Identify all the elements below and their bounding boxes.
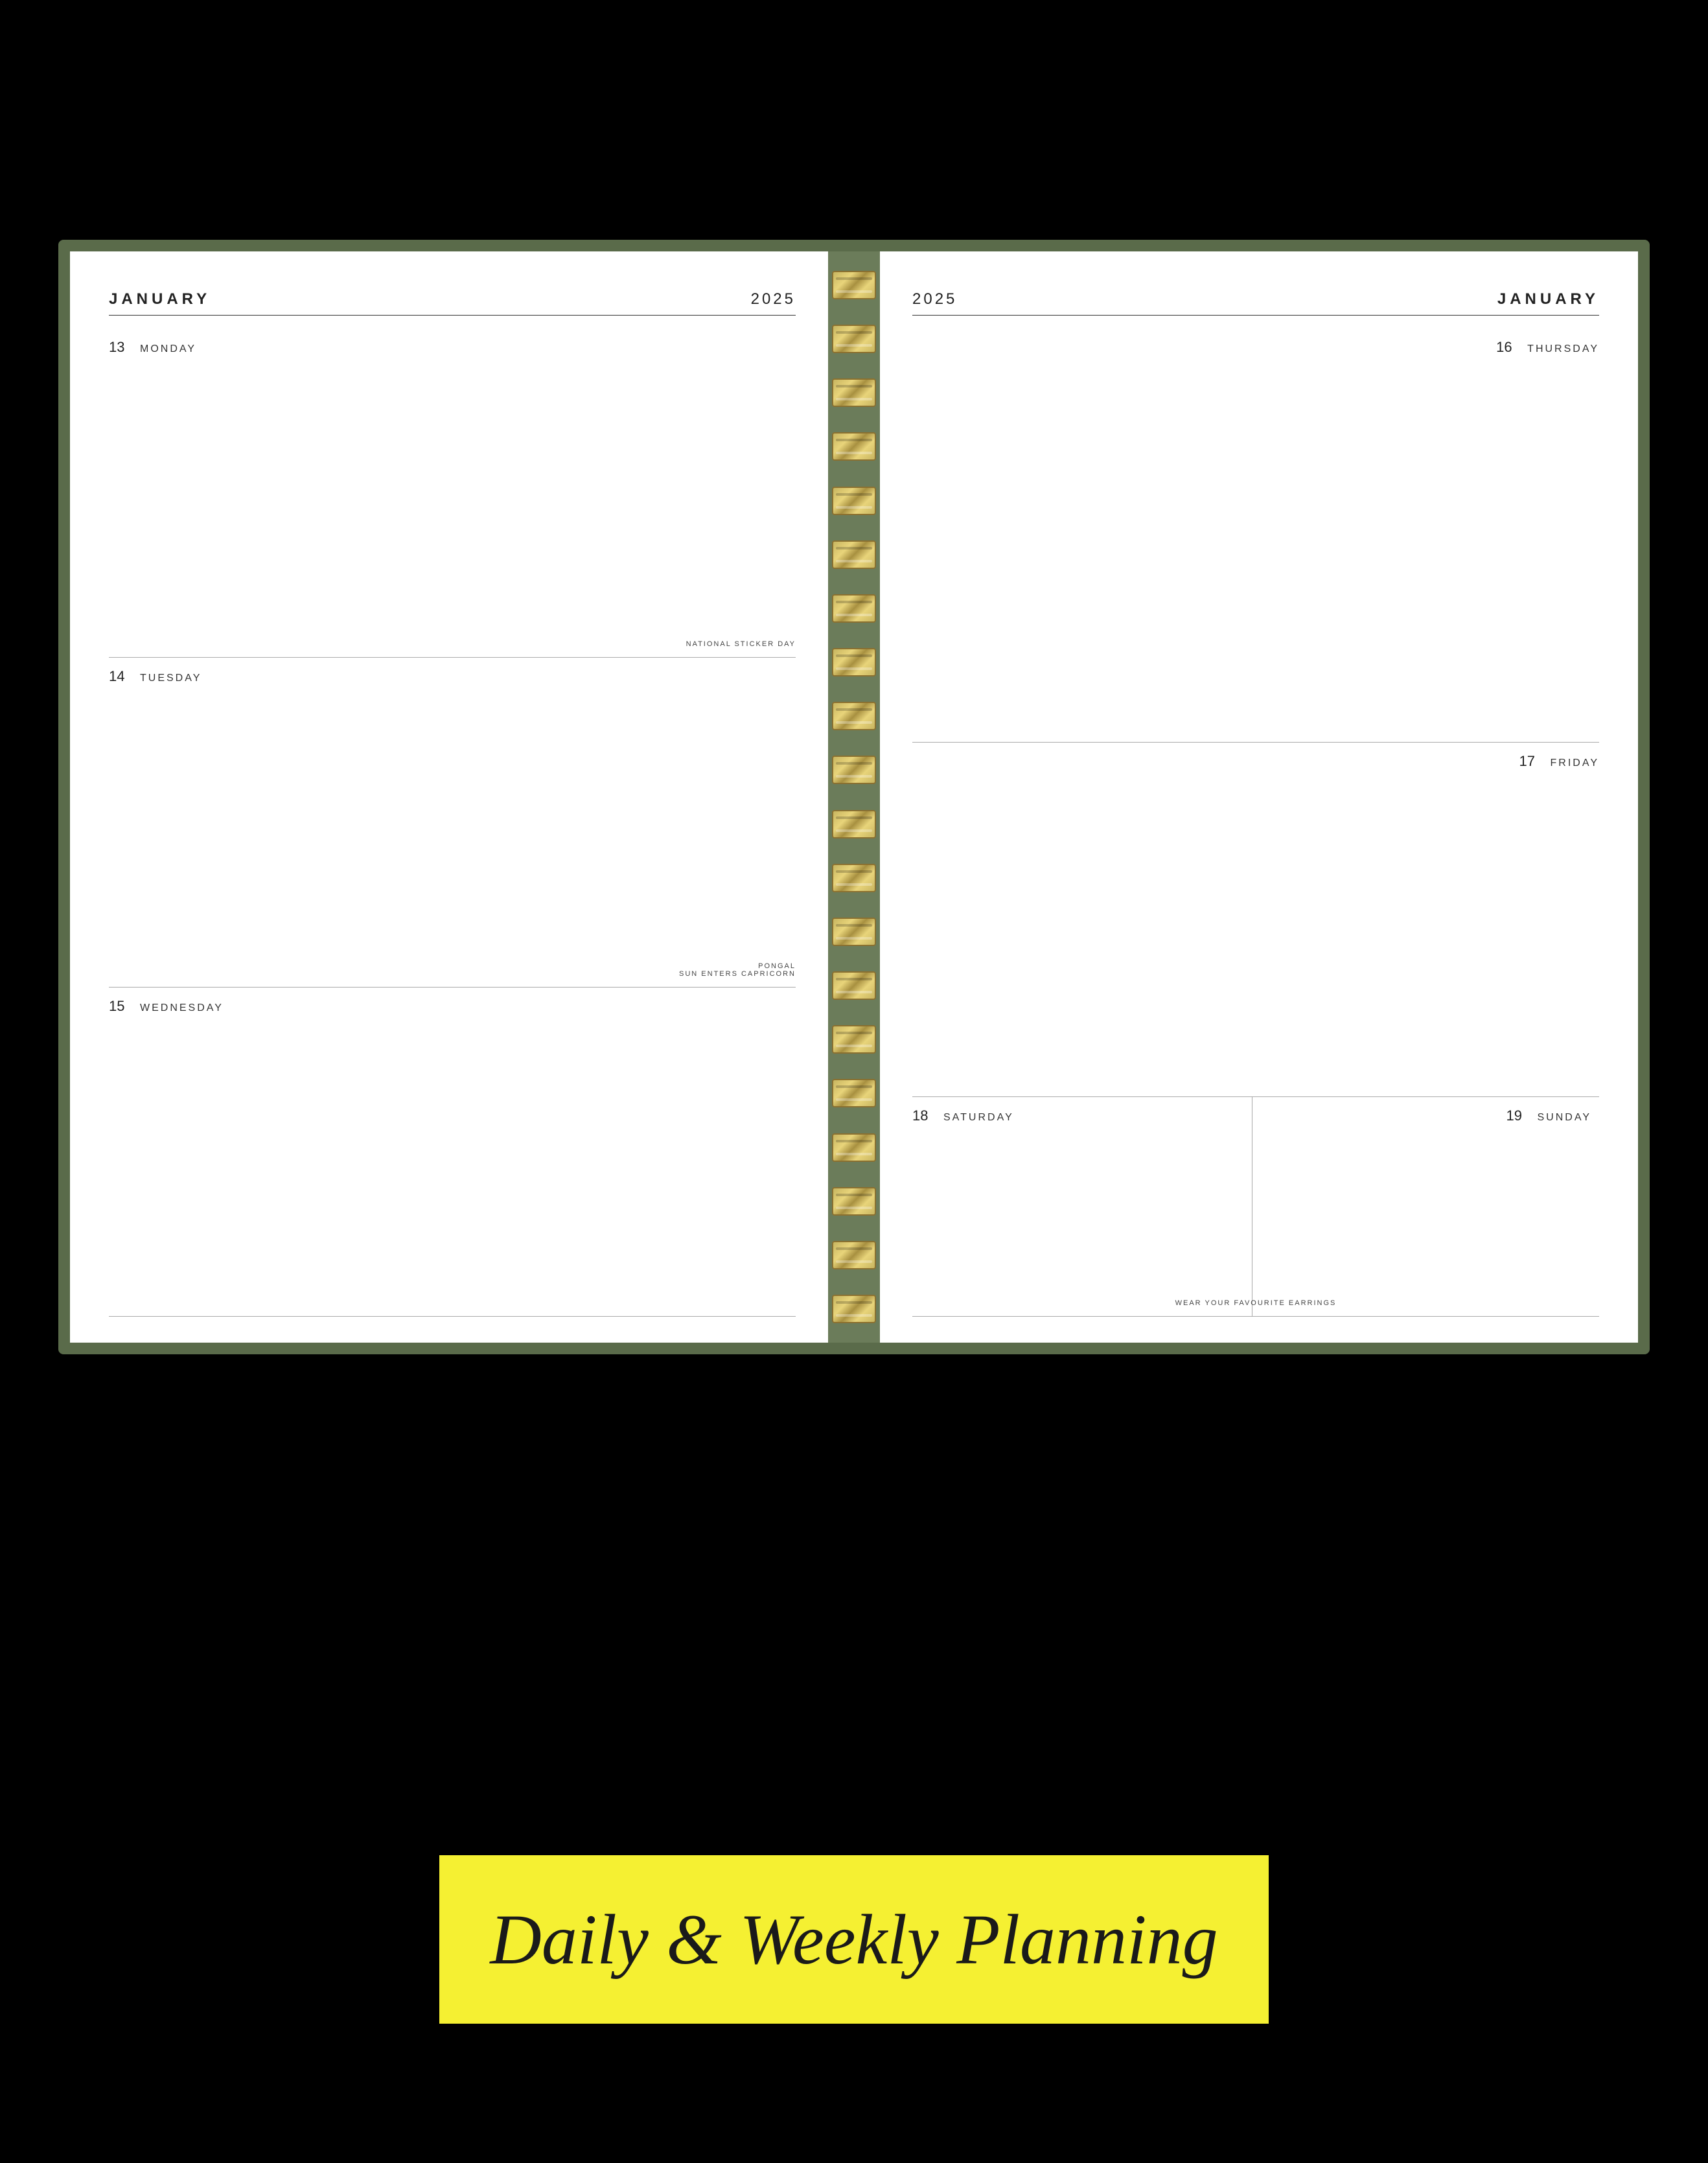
coil-13 (832, 918, 876, 946)
coil-1 (832, 271, 876, 299)
thursday-lines (912, 362, 1599, 737)
coil-18 (832, 1187, 876, 1216)
day-section-tuesday: 14 TUESDAY PONGAL SUN ENTERS CAPRICORN (109, 658, 796, 987)
day-section-saturday: 18 SATURDAY (912, 1097, 1252, 1316)
friday-name: FRIDAY (1551, 758, 1599, 769)
coil-14 (832, 971, 876, 1000)
coil-2 (832, 325, 876, 353)
sunday-number: 19 (1506, 1107, 1526, 1124)
planner-spread: JANUARY 2025 13 MONDAY NATIONAL STICKER … (58, 240, 1650, 1354)
coil-4 (832, 432, 876, 461)
sunday-name: SUNDAY (1538, 1112, 1592, 1124)
coil-11 (832, 810, 876, 839)
friday-number: 17 (1519, 753, 1539, 770)
monday-number: 13 (109, 339, 128, 356)
weekend-section: 18 SATURDAY 19 SUNDAY WEAR YOUR FAVOURIT… (912, 1097, 1599, 1317)
wednesday-header: 15 WEDNESDAY (109, 998, 796, 1015)
coil-5 (832, 487, 876, 515)
day-section-wednesday: 15 WEDNESDAY (109, 988, 796, 1317)
monday-header: 13 MONDAY (109, 339, 796, 356)
coil-17 (832, 1133, 876, 1162)
right-month: JANUARY (1497, 290, 1599, 308)
banner-text: Daily & Weekly Planning (490, 1899, 1218, 1981)
spine (828, 251, 880, 1343)
saturday-name: SATURDAY (943, 1112, 1014, 1124)
wednesday-number: 15 (109, 998, 128, 1015)
coil-10 (832, 756, 876, 784)
right-year: 2025 (912, 290, 957, 308)
friday-header: 17 FRIDAY (912, 753, 1599, 770)
saturday-header: 18 SATURDAY (912, 1107, 1244, 1124)
day-section-monday: 13 MONDAY NATIONAL STICKER DAY (109, 329, 796, 658)
wednesday-lines (109, 1021, 796, 1311)
tuesday-event: PONGAL SUN ENTERS CAPRICORN (679, 962, 796, 978)
coil-15 (832, 1025, 876, 1054)
tuesday-name: TUESDAY (140, 673, 202, 684)
tuesday-lines (109, 691, 796, 981)
saturday-lines (912, 1131, 1244, 1311)
right-page-header: 2025 JANUARY (912, 290, 1599, 316)
friday-lines (912, 776, 1599, 1091)
coil-16 (832, 1079, 876, 1107)
left-page: JANUARY 2025 13 MONDAY NATIONAL STICKER … (70, 251, 828, 1343)
day-section-sunday: 19 SUNDAY (1260, 1097, 1600, 1316)
monday-name: MONDAY (140, 343, 196, 355)
bottom-note: WEAR YOUR FAVOURITE EARRINGS (912, 1299, 1599, 1307)
bottom-banner: Daily & Weekly Planning (439, 1855, 1269, 2024)
saturday-number: 18 (912, 1107, 932, 1124)
tuesday-number: 14 (109, 668, 128, 685)
coil-3 (832, 378, 876, 407)
right-page: 2025 JANUARY 16 THURSDAY 17 FRIDAY 18 (880, 251, 1638, 1343)
monday-event: NATIONAL STICKER DAY (686, 640, 796, 648)
wednesday-name: WEDNESDAY (140, 1002, 224, 1014)
left-page-header: JANUARY 2025 (109, 290, 796, 316)
monday-lines (109, 362, 796, 652)
sunday-header: 19 SUNDAY (1260, 1107, 1592, 1124)
coil-19 (832, 1241, 876, 1269)
day-section-friday: 17 FRIDAY (912, 743, 1599, 1097)
coil-8 (832, 648, 876, 677)
sunday-lines (1260, 1131, 1592, 1311)
thursday-number: 16 (1496, 339, 1516, 356)
thursday-header: 16 THURSDAY (912, 339, 1599, 356)
left-month: JANUARY (109, 290, 211, 308)
tuesday-header: 14 TUESDAY (109, 668, 796, 685)
left-year: 2025 (751, 290, 796, 308)
coil-9 (832, 702, 876, 730)
coil-20 (832, 1295, 876, 1323)
coil-6 (832, 540, 876, 569)
thursday-name: THURSDAY (1527, 343, 1599, 355)
coil-12 (832, 864, 876, 892)
day-section-thursday: 16 THURSDAY (912, 329, 1599, 743)
coil-7 (832, 594, 876, 623)
